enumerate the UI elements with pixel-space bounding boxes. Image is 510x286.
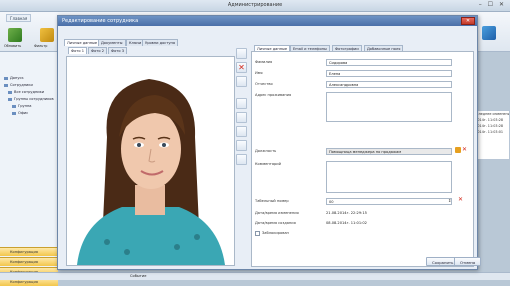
label-last-name: Фамилия xyxy=(255,60,273,64)
folder-icon xyxy=(8,97,12,101)
clear-position-icon[interactable]: ✕ xyxy=(462,146,467,153)
crop-icon[interactable] xyxy=(236,98,247,109)
ribbon-label-filter: Фильтр xyxy=(34,44,48,48)
app-title: Администрирование xyxy=(227,2,283,8)
label-create-date: Дата/время создания xyxy=(255,221,296,225)
edit-employee-dialog: Редактирование сотрудника ✕ Личные данны… xyxy=(57,15,482,270)
label-tab-number: Табельный номер xyxy=(255,199,289,203)
last-name-field[interactable]: Сидорова xyxy=(326,59,452,66)
personal-data-form: Фамилия Сидорова Имя Елена Отчество Алек… xyxy=(251,51,474,267)
folder-icon xyxy=(12,104,16,108)
label-address: Адрес проживания xyxy=(255,93,292,97)
photo-actions: ✕ xyxy=(236,48,248,188)
tree-item[interactable]: Все сотрудники xyxy=(8,90,44,94)
scan-icon[interactable] xyxy=(236,76,247,87)
tree-item[interactable]: Группы сотрудников xyxy=(8,97,54,101)
tab-number-spinner[interactable]: ⇕ xyxy=(448,198,451,203)
create-date-value: 08.08.2014г. 11:01:02 xyxy=(326,221,367,225)
folder-icon xyxy=(12,111,16,115)
tab-photo-3[interactable]: Фото 3 xyxy=(108,47,128,54)
label-comment: Комментарий xyxy=(255,162,281,166)
camera-icon[interactable] xyxy=(236,112,247,123)
tab-number-field[interactable]: 00 xyxy=(326,198,452,205)
help-icon[interactable] xyxy=(482,26,496,40)
close-button[interactable]: ✕ xyxy=(461,17,475,25)
middle-name-field[interactable]: Александровна xyxy=(326,81,452,88)
comment-field[interactable] xyxy=(326,161,452,193)
ribbon-label-refresh: Обновить xyxy=(4,44,22,48)
tab-personal-data[interactable]: Личные данные xyxy=(64,39,101,46)
rotate-icon[interactable] xyxy=(236,140,247,151)
lookup-icon[interactable] xyxy=(455,147,461,153)
label-position: Должность xyxy=(255,149,277,153)
print-icon[interactable] xyxy=(236,154,247,165)
add-photo-icon[interactable] xyxy=(236,48,247,59)
delete-photo-icon[interactable]: ✕ xyxy=(236,62,247,73)
label-change-date: Дата/время изменения xyxy=(255,211,299,215)
status-bar: Событие xyxy=(0,272,510,280)
tab-photo-2[interactable]: Фото 2 xyxy=(88,47,108,54)
tree-item[interactable]: Группа xyxy=(12,104,32,108)
ribbon-tab-home[interactable]: Главная xyxy=(6,14,32,22)
cancel-button[interactable]: Отмена xyxy=(454,257,482,266)
folder-icon xyxy=(4,76,8,80)
left-panel: Допуск Сотрудники Все сотрудники Группы … xyxy=(0,52,58,286)
window-controls[interactable]: – ☐ ✕ xyxy=(479,1,506,8)
tab-photo-1[interactable]: Фото 1 xyxy=(68,47,88,54)
refresh-icon[interactable] xyxy=(8,28,22,42)
filter-icon[interactable] xyxy=(40,28,54,42)
zoom-icon[interactable] xyxy=(236,126,247,137)
label-first-name: Имя xyxy=(255,71,263,75)
blocked-checkbox[interactable] xyxy=(255,231,260,236)
tab-documents[interactable]: Документы xyxy=(98,39,126,46)
tree-item[interactable]: Сотрудники xyxy=(4,83,33,87)
dialog-title: Редактирование сотрудника xyxy=(58,16,477,26)
clear-tab-number-icon[interactable]: ✕ xyxy=(458,196,463,203)
folder-icon xyxy=(8,90,12,94)
employee-photo xyxy=(66,56,235,266)
first-name-field[interactable]: Елена xyxy=(326,70,452,77)
status-text: Событие xyxy=(130,274,147,278)
label-middle-name: Отчество xyxy=(255,82,273,86)
folder-icon xyxy=(4,83,8,87)
tab-access-levels[interactable]: Уровни доступа xyxy=(142,39,179,46)
position-field[interactable]: Помощница менеджера по продажам xyxy=(326,148,452,155)
address-field[interactable] xyxy=(326,92,452,122)
change-date-value: 21.08.2014г. 22:29:15 xyxy=(326,211,367,215)
group-bar[interactable]: Конфигурация xyxy=(0,247,58,256)
portrait-image xyxy=(67,57,234,265)
tree-item[interactable]: Допуск xyxy=(4,76,24,80)
label-blocked: Заблокирован xyxy=(262,231,289,235)
tree-item[interactable]: Офис xyxy=(12,111,28,115)
app-titlebar: Администрирование – ☐ ✕ xyxy=(0,0,510,12)
group-bar[interactable]: Конфигурация xyxy=(0,257,58,266)
